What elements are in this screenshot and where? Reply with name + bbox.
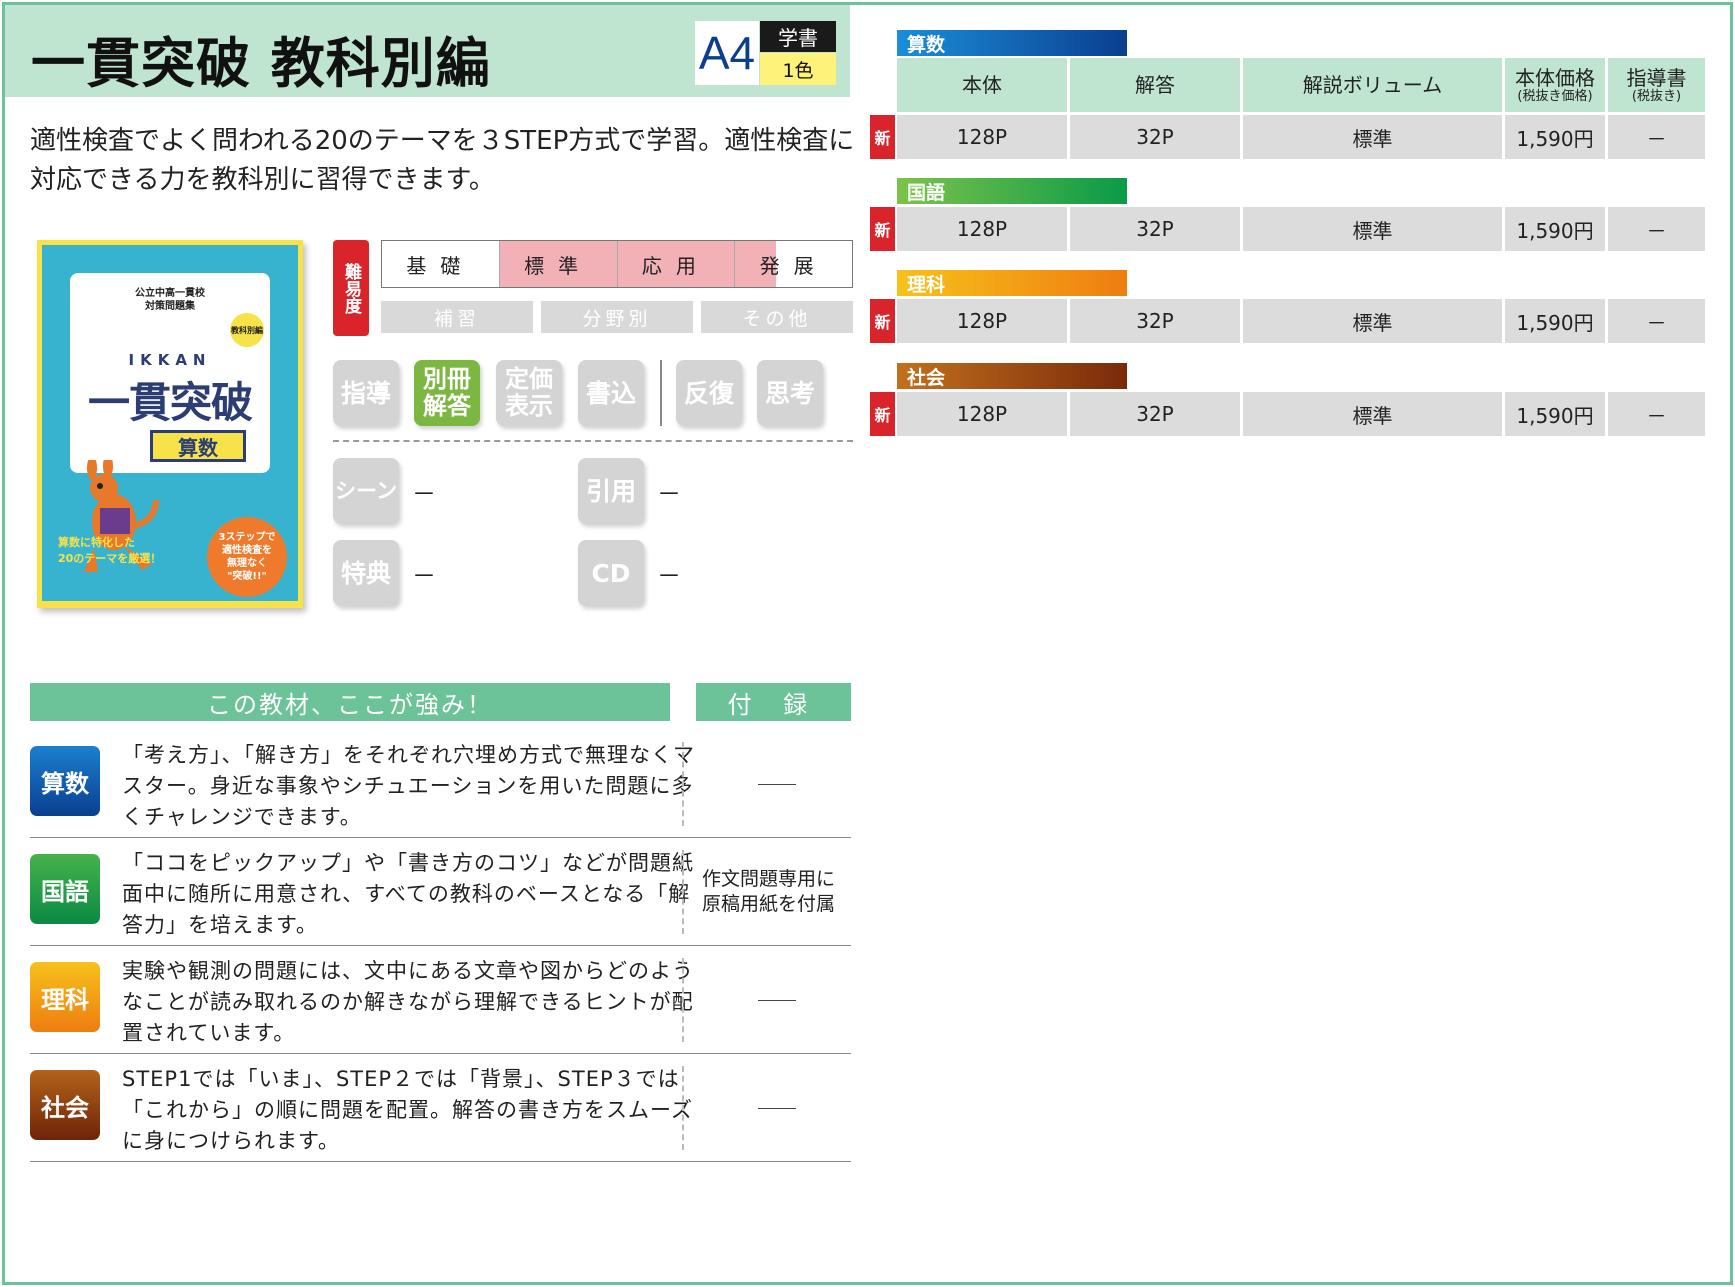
difficulty-level-basic: 基礎 bbox=[382, 241, 500, 287]
strength-bonus-social bbox=[696, 1054, 851, 1162]
color-count-badge: 1色 bbox=[760, 53, 836, 85]
feature-teaching-icon: 指導 bbox=[333, 360, 399, 426]
strength-row-math: 算数 「考え方」、「解き方」をそれぞれ穴埋め方式で無理なくマスター。身近な事象や… bbox=[30, 730, 851, 838]
cell-guide: － bbox=[1608, 392, 1705, 436]
cell-price: 1,590円 bbox=[1505, 115, 1605, 159]
cell-guide: － bbox=[1608, 299, 1705, 343]
new-tag: 新 bbox=[870, 299, 895, 343]
cover-tag: 教科別編 bbox=[230, 313, 264, 347]
cell-guide: － bbox=[1608, 115, 1705, 159]
feature-scene-icon: シーン bbox=[333, 458, 399, 524]
new-tag: 新 bbox=[870, 392, 895, 436]
page-title: 一貫突破 教科別編 bbox=[31, 32, 491, 95]
price-subject-bar-japanese: 国語 bbox=[897, 178, 1127, 204]
difficulty-level-applied: 応用 bbox=[617, 241, 736, 287]
header-bar: 一貫突破 教科別編 A4 学書 1色 bbox=[5, 5, 850, 97]
strength-bonus-japanese: 作文問題専用に原稿用紙を付属 bbox=[702, 868, 836, 915]
subject-badge-japanese: 国語 bbox=[30, 854, 100, 924]
strength-separator bbox=[682, 958, 684, 1042]
grade-badge: 学書 bbox=[760, 21, 836, 52]
cover-romaji: IKKAN bbox=[128, 351, 212, 369]
cell-volume: 標準 bbox=[1243, 299, 1502, 343]
strength-separator bbox=[682, 1066, 684, 1150]
difficulty-level-advanced: 発展 bbox=[735, 241, 852, 287]
feature-bonus-icon: 特典 bbox=[333, 540, 399, 606]
cell-body: 128P bbox=[897, 115, 1067, 159]
cell-volume: 標準 bbox=[1243, 115, 1502, 159]
feature-quote-value: － bbox=[657, 480, 681, 508]
cell-price: 1,590円 bbox=[1505, 207, 1605, 251]
cell-volume: 標準 bbox=[1243, 207, 1502, 251]
strength-row-social: 社会 STEP1では「いま」、STEP２では「背景」、STEP３では「これから」… bbox=[30, 1054, 851, 1162]
cover-title-panel: 公立中高一貫校 対策問題集 教科別編 IKKAN 一貫突破 算数 bbox=[70, 273, 270, 473]
feature-divider bbox=[660, 360, 662, 426]
cover-series: 公立中高一貫校 対策問題集 bbox=[135, 288, 205, 312]
difficulty-level-standard: 標準 bbox=[499, 241, 618, 287]
new-tag: 新 bbox=[870, 115, 895, 159]
cover-brand: 一貫突破 bbox=[87, 378, 253, 427]
col-header-volume: 解説ボリューム bbox=[1243, 58, 1502, 112]
subject-badge-math: 算数 bbox=[30, 746, 100, 816]
category-by-field: 分野別 bbox=[541, 301, 693, 333]
difficulty-label: 難易度 bbox=[333, 240, 369, 336]
strengths-heading: この教材、ここが強み！ bbox=[30, 683, 670, 721]
cell-price: 1,590円 bbox=[1505, 392, 1605, 436]
feature-cd-icon: CD bbox=[578, 540, 644, 606]
strength-row-science: 理科 実験や観測の問題には、文中にある文章や図からどのようなことが読み取れるのか… bbox=[30, 946, 851, 1054]
feature-dashed-divider bbox=[333, 440, 853, 442]
feature-bonus-value: － bbox=[412, 562, 436, 590]
price-subject-bar-science: 理科 bbox=[897, 270, 1127, 296]
book-cover-art: 公立中高一貫校 対策問題集 教科別編 IKKAN 一貫突破 算数 算数に特化した 2… bbox=[42, 245, 298, 601]
strength-text-math: 「考え方」、「解き方」をそれぞれ穴埋め方式で無理なくマスター。身近な事象やシチュ… bbox=[122, 743, 695, 829]
price-subject-bar-social: 社会 bbox=[897, 363, 1127, 389]
strength-bonus-science bbox=[696, 946, 851, 1054]
cell-volume: 標準 bbox=[1243, 392, 1502, 436]
feature-scene-value: － bbox=[412, 480, 436, 508]
feature-repetition-icon: 反復 bbox=[676, 360, 742, 426]
strength-row-japanese: 国語 「ココをピックアップ」や「書き方のコツ」などが問題紙面中に随所に用意され、… bbox=[30, 838, 851, 946]
new-tag: 新 bbox=[870, 207, 895, 251]
feature-writein-icon: 書込 bbox=[578, 360, 644, 426]
book-cover: 公立中高一貫校 対策問題集 教科別編 IKKAN 一貫突破 算数 算数に特化した 2… bbox=[37, 240, 303, 608]
size-badge: A4 bbox=[695, 21, 759, 85]
subject-badge-social: 社会 bbox=[30, 1070, 100, 1140]
feature-separate-answer-icon: 別冊 解答 bbox=[414, 360, 480, 426]
strength-separator bbox=[682, 850, 684, 934]
cell-answer: 32P bbox=[1070, 299, 1240, 343]
feature-price-display-icon: 定価 表示 bbox=[496, 360, 562, 426]
cover-subject: 算数 bbox=[150, 430, 246, 462]
product-description: 適性検査でよく問われる20のテーマを３STEP方式で学習。適性検査に対応できる力… bbox=[30, 126, 855, 195]
cell-guide: － bbox=[1608, 207, 1705, 251]
cover-step-badge: 3ステップで 適性検査を 無理なく "突破!!" bbox=[207, 517, 287, 597]
strength-text-social: STEP1では「いま」、STEP２では「背景」、STEP３では「これから」の順に… bbox=[122, 1067, 693, 1153]
col-header-answer: 解答 bbox=[1070, 58, 1240, 112]
feature-cd-value: － bbox=[657, 562, 681, 590]
category-remedial: 補習 bbox=[381, 301, 533, 333]
difficulty-scale: 基礎 標準 応用 発展 bbox=[381, 240, 853, 288]
col-header-price: 本体価格 (税抜き価格) bbox=[1505, 58, 1605, 112]
cell-body: 128P bbox=[897, 299, 1067, 343]
category-other: その他 bbox=[701, 301, 853, 333]
feature-quote-icon: 引用 bbox=[578, 458, 644, 524]
cell-price: 1,590円 bbox=[1505, 299, 1605, 343]
bonus-heading: 付 録 bbox=[696, 683, 851, 721]
strength-bonus-math bbox=[696, 730, 851, 838]
col-header-guide: 指導書 (税抜き) bbox=[1608, 58, 1705, 112]
cell-answer: 32P bbox=[1070, 115, 1240, 159]
strength-text-japanese: 「ココをピックアップ」や「書き方のコツ」などが問題紙面中に随所に用意され、すべて… bbox=[122, 851, 694, 937]
subject-badge-science: 理科 bbox=[30, 962, 100, 1032]
strength-separator bbox=[682, 742, 684, 826]
cell-body: 128P bbox=[897, 392, 1067, 436]
category-row: 補習 分野別 その他 bbox=[381, 301, 853, 333]
col-header-body: 本体 bbox=[897, 58, 1067, 112]
cell-answer: 32P bbox=[1070, 392, 1240, 436]
feature-thinking-icon: 思考 bbox=[757, 360, 823, 426]
cell-answer: 32P bbox=[1070, 207, 1240, 251]
price-subject-bar-math: 算数 bbox=[897, 30, 1127, 56]
cell-body: 128P bbox=[897, 207, 1067, 251]
strength-text-science: 実験や観測の問題には、文中にある文章や図からどのようなことが読み取れるのか解きな… bbox=[122, 959, 694, 1045]
cover-catchcopy: 算数に特化した 20のテーマを厳選！ bbox=[58, 536, 162, 565]
